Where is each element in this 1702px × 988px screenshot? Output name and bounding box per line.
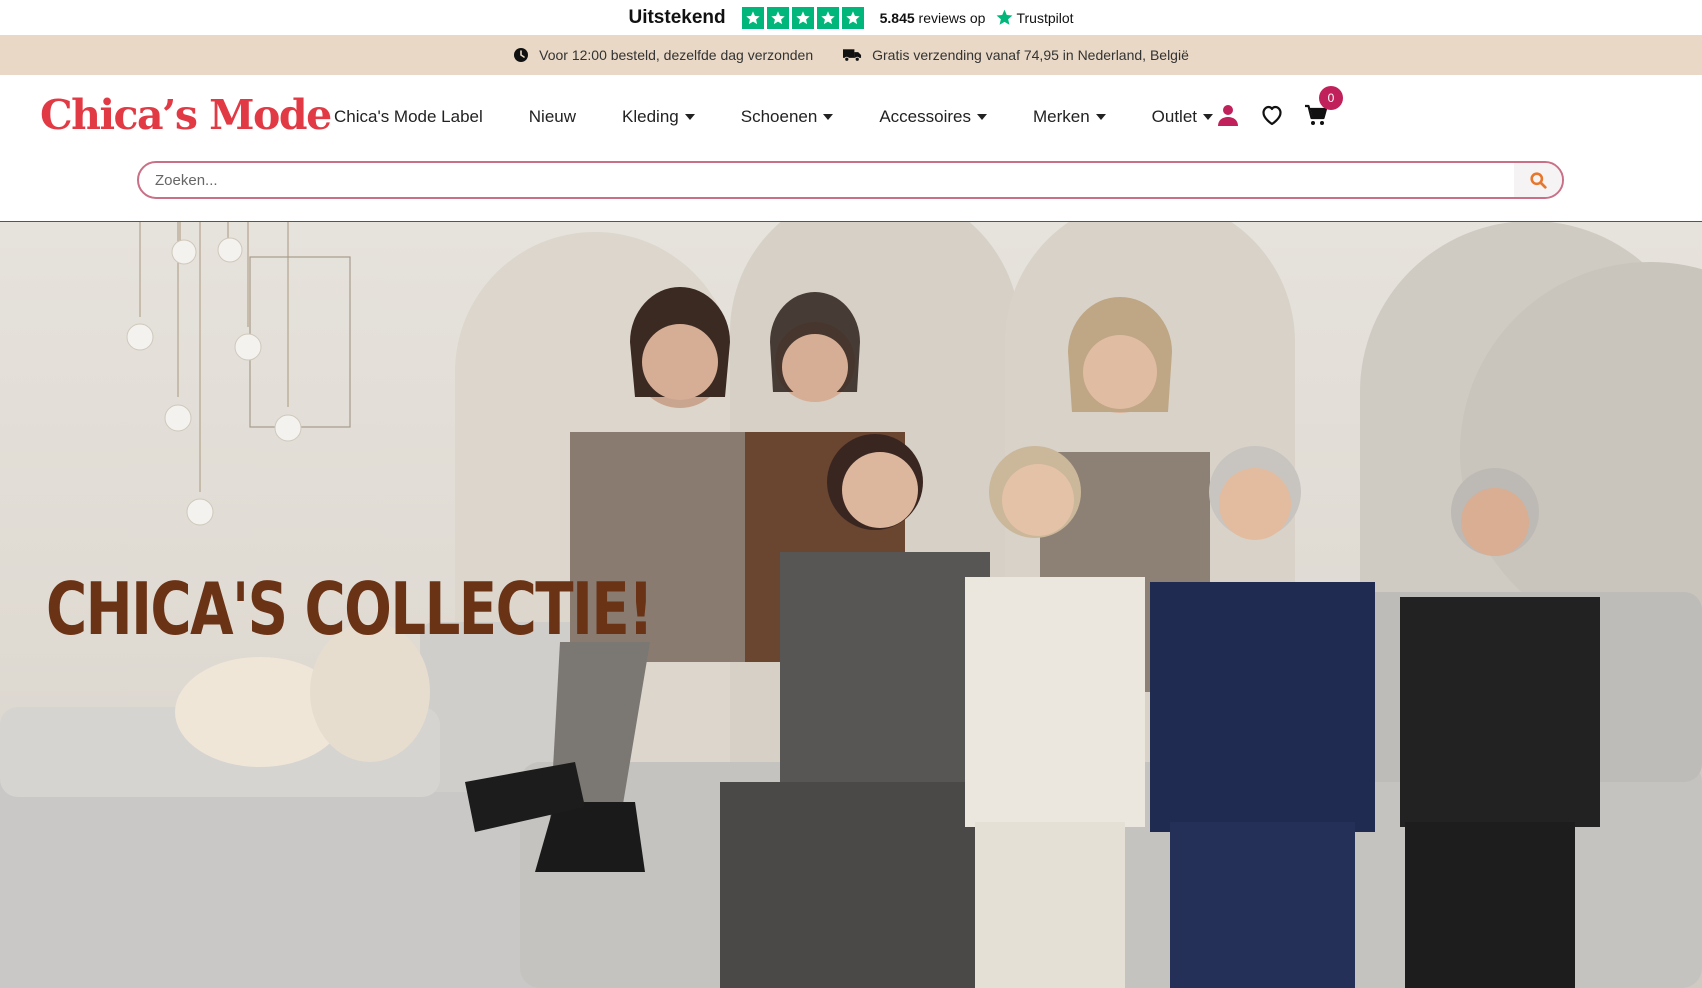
usp-bar: Voor 12:00 besteld, dezelfde dag verzond… bbox=[0, 35, 1702, 75]
hero-banner[interactable]: CHICA'S COLLECTIE! bbox=[0, 222, 1702, 988]
caret-down-icon bbox=[823, 114, 834, 120]
trustpilot-star-icon bbox=[997, 9, 1013, 25]
caret-down-icon bbox=[976, 114, 987, 120]
caret-down-icon bbox=[1203, 114, 1214, 120]
nav-item-accessoires[interactable]: Accessoires bbox=[879, 107, 987, 127]
trustpilot-reviews: 5.845 reviews op bbox=[880, 10, 986, 26]
light-bulbs bbox=[126, 237, 302, 526]
star-icon bbox=[791, 6, 814, 29]
nav-item-kleding[interactable]: Kleding bbox=[622, 107, 695, 127]
nav-item-outlet[interactable]: Outlet bbox=[1151, 107, 1214, 127]
nav-label: Outlet bbox=[1151, 107, 1198, 126]
caret-down-icon bbox=[1095, 114, 1106, 120]
star-icon bbox=[741, 6, 764, 29]
account-button[interactable] bbox=[1215, 102, 1241, 128]
trustpilot-stars bbox=[741, 6, 864, 29]
usp-text: Gratis verzending vanaf 74,95 in Nederla… bbox=[872, 47, 1189, 63]
search-icon bbox=[1529, 171, 1547, 189]
usp-item-delivery-time: Voor 12:00 besteld, dezelfde dag verzond… bbox=[513, 47, 813, 63]
truck-icon bbox=[843, 49, 862, 62]
star-icon bbox=[766, 6, 789, 29]
logo[interactable]: Chica’s Mode bbox=[40, 91, 332, 139]
search-input[interactable] bbox=[139, 163, 1514, 197]
cart-count-badge: 0 bbox=[1319, 86, 1343, 110]
nav-item-merken[interactable]: Merken bbox=[1033, 107, 1106, 127]
nav-item-chicas-mode-label[interactable]: Chica's Mode Label bbox=[334, 107, 483, 127]
trustpilot-reviews-suffix: reviews op bbox=[918, 9, 986, 26]
star-icon bbox=[841, 6, 864, 29]
cart-button[interactable]: 0 bbox=[1303, 86, 1343, 128]
nav-label: Nieuw bbox=[528, 107, 577, 126]
trustpilot-bar[interactable]: Uitstekend 5.845 reviews op Trustpilot bbox=[0, 0, 1702, 35]
nav-label: Chica's Mode Label bbox=[334, 107, 483, 126]
header-icons: 0 bbox=[1215, 86, 1343, 128]
hero-title: CHICA'S COLLECTIE! bbox=[46, 567, 654, 651]
trustpilot-brand: Trustpilot bbox=[1016, 9, 1074, 26]
nav-item-schoenen[interactable]: Schoenen bbox=[741, 107, 834, 127]
wishlist-button[interactable] bbox=[1259, 102, 1285, 128]
trustpilot-reviews-count: 5.845 bbox=[879, 9, 915, 26]
main-nav: Chica's Mode Label Nieuw Kleding Schoene… bbox=[334, 107, 1214, 127]
nav-item-nieuw[interactable]: Nieuw bbox=[529, 107, 576, 127]
nav-label: Kleding bbox=[622, 107, 679, 126]
nav-label: Merken bbox=[1032, 107, 1090, 126]
star-icon bbox=[816, 6, 839, 29]
search-bar bbox=[137, 161, 1564, 199]
clock-icon bbox=[514, 48, 529, 62]
nav-label: Accessoires bbox=[879, 107, 971, 126]
nav-label: Schoenen bbox=[740, 107, 818, 126]
trustpilot-rating-label: Uitstekend bbox=[628, 6, 726, 28]
usp-item-free-shipping: Gratis verzending vanaf 74,95 in Nederla… bbox=[843, 47, 1189, 63]
search-button[interactable] bbox=[1514, 163, 1562, 197]
trustpilot-logo: Trustpilot bbox=[995, 8, 1074, 27]
site-header: Chica’s Mode Chica's Mode Label Nieuw Kl… bbox=[0, 75, 1702, 222]
heart-icon bbox=[1262, 105, 1282, 126]
caret-down-icon bbox=[684, 114, 695, 120]
user-icon bbox=[1218, 105, 1238, 126]
usp-text: Voor 12:00 besteld, dezelfde dag verzond… bbox=[539, 47, 814, 63]
